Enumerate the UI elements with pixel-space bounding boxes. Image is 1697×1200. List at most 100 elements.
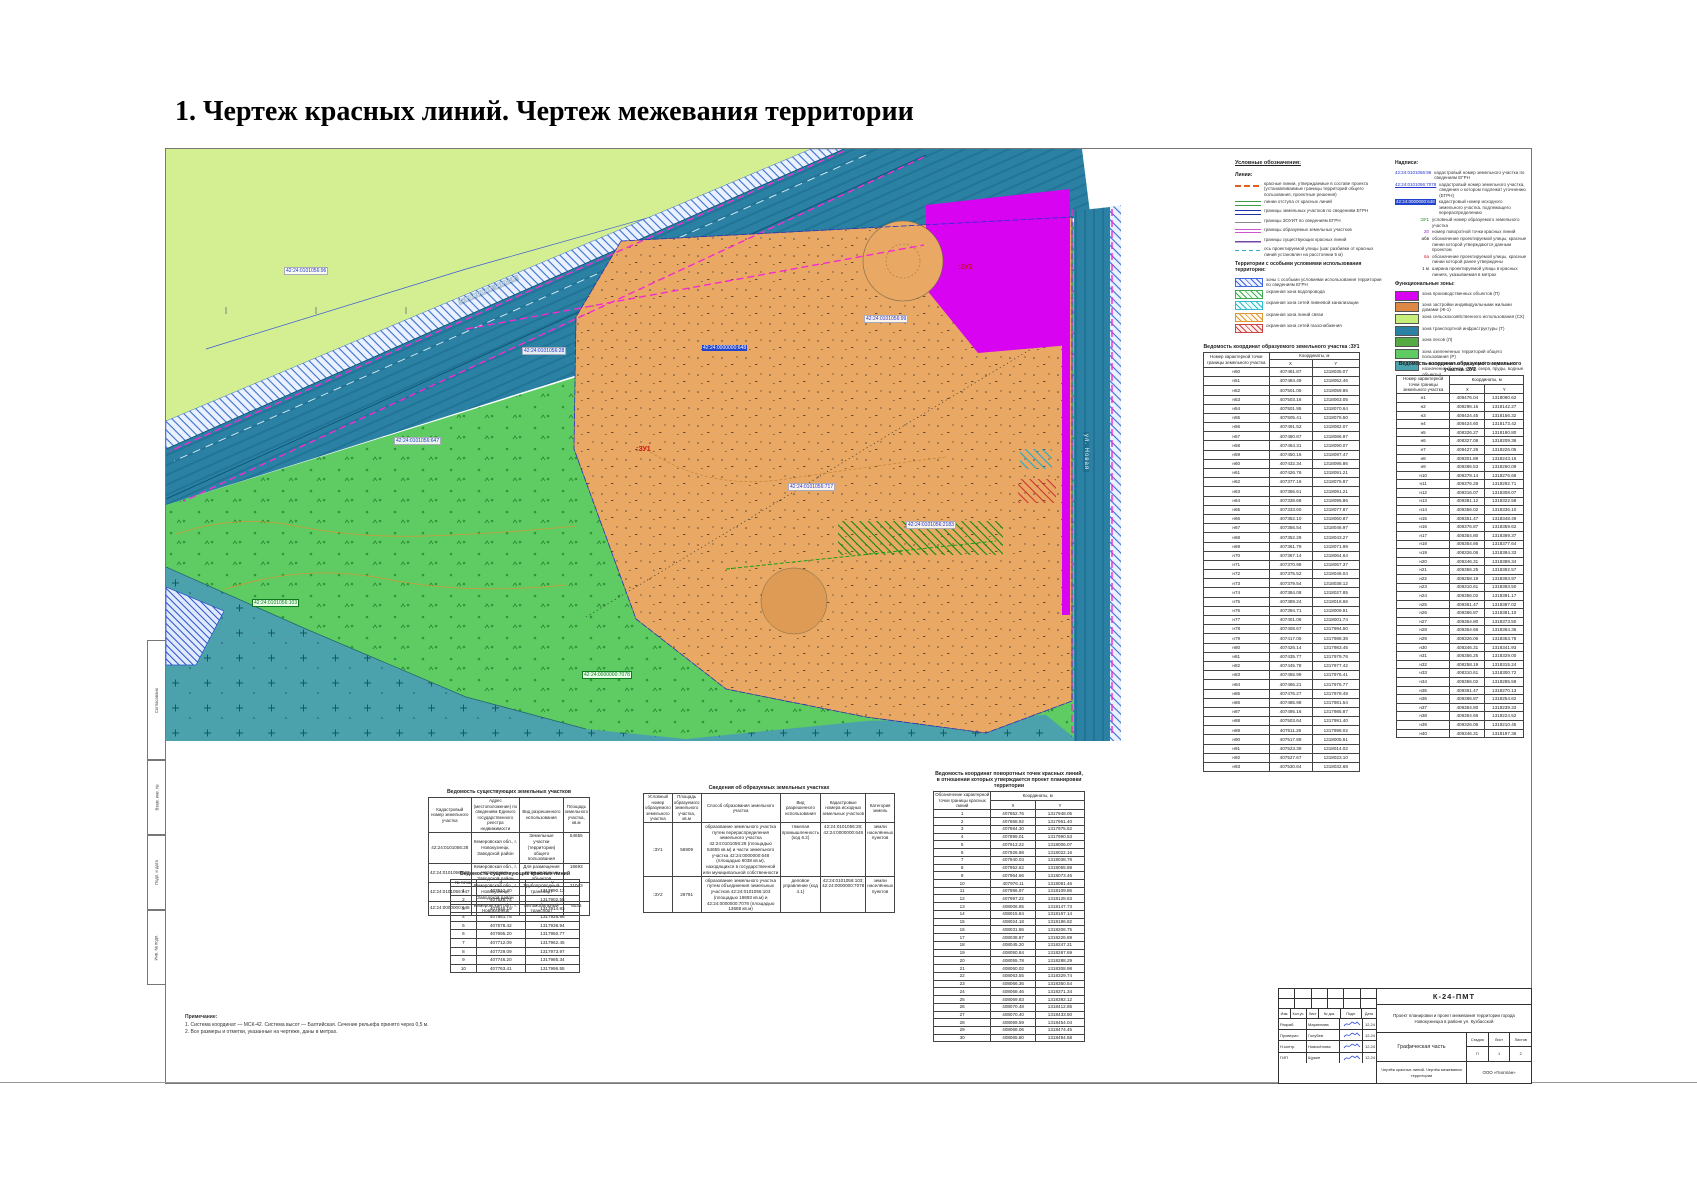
- table-title: Ведомость координат поворотных точек кра…: [933, 772, 1085, 790]
- table-cell: 2: [934, 818, 991, 826]
- person-role: Проверил: [1279, 1030, 1307, 1040]
- table-cell: 1318254.62: [1485, 695, 1524, 704]
- person-name: Маркелова: [1307, 1019, 1340, 1029]
- table-cell: 1318206.75: [1035, 926, 1084, 934]
- table-row: н5408326.271318190.80: [1397, 428, 1524, 437]
- table-cell: 1318006.07: [1035, 841, 1084, 849]
- person-name: Новосёлова: [1307, 1041, 1340, 1051]
- table-cell: 1318167.14: [1035, 910, 1084, 918]
- table-cell: н9: [1397, 463, 1450, 472]
- table-cell: 1318091.46: [1035, 880, 1084, 888]
- table-cell: 407976.11: [991, 880, 1036, 888]
- table-cell: н5: [1397, 428, 1450, 437]
- table-cell: н24: [1397, 592, 1450, 601]
- table-cell: 408060.02: [991, 965, 1036, 973]
- table-row: н74407384.081318027.85: [1204, 588, 1360, 597]
- table-cell: н85: [1204, 689, 1270, 698]
- text-sample: 20: [1395, 229, 1429, 234]
- table-cell: 408258.19: [1450, 660, 1485, 669]
- table-cell: 25: [934, 996, 991, 1004]
- table-cell: 407435.77: [1269, 652, 1312, 661]
- table-cell: 408070.48: [991, 1003, 1036, 1011]
- table-cell: 1318381.10: [1485, 609, 1524, 618]
- table-cell: 1318454.04: [1035, 1019, 1084, 1027]
- table-cell: 408427.26: [1450, 446, 1485, 455]
- table-row: н40408346.311318197.36: [1397, 729, 1524, 738]
- table-cell: 1317998.02: [1312, 726, 1359, 735]
- table-cell: н73: [1204, 579, 1270, 588]
- table-cell: н79: [1204, 634, 1270, 643]
- line-sample: [1235, 209, 1261, 216]
- table-cell: 1318393.97: [1485, 574, 1524, 583]
- stage-value: П: [1467, 1047, 1489, 1061]
- table-cell: 1318373.50: [1485, 617, 1524, 626]
- table-cell: н26: [1397, 609, 1450, 618]
- table-row: н83407455.991317976.41: [1204, 671, 1360, 680]
- table-row: н56407491.521318082.07: [1204, 423, 1360, 432]
- table-row: 10407763.411317996.55: [451, 964, 580, 973]
- table-cell: н30: [1397, 643, 1450, 652]
- table-row: н9408366.531318260.09: [1397, 463, 1524, 472]
- table-cell: 407746.20: [476, 956, 525, 965]
- table-cell: 407501.05: [1269, 386, 1312, 395]
- table-cell: н35: [1397, 686, 1450, 695]
- person-date: 12.24: [1363, 1053, 1376, 1063]
- table-cell: 22: [934, 972, 991, 980]
- table-cell: 1318308.98: [1035, 965, 1084, 973]
- legend-label-item: 6а обозначение проектируемой улицы, крас…: [1395, 254, 1527, 265]
- col-x: X: [1269, 360, 1312, 368]
- table-cell: н68: [1204, 533, 1270, 542]
- table-row: 5407913.221318006.07: [934, 841, 1085, 849]
- table-cell: 1318300.72: [1485, 669, 1524, 678]
- margin-box: Согласовано: [147, 640, 166, 760]
- table-cell: 408381.12: [1450, 497, 1485, 506]
- table-row: н88407503.641317991.40: [1204, 717, 1360, 726]
- col-y: Y: [1312, 360, 1359, 368]
- table-cell: 408376.28: [1450, 480, 1485, 489]
- legend-item-label: обозначение проектируемой улицы, красные…: [1432, 254, 1527, 265]
- utility-cyan-hatch: [1020, 449, 1052, 469]
- legend-item-label: линии отступа от красных линий: [1264, 199, 1387, 204]
- table-cell: н51: [1204, 377, 1270, 386]
- table-cell: н52: [1204, 386, 1270, 395]
- table-row: 8407729.091317973.97: [451, 947, 580, 956]
- table-cell: 1317983.45: [1312, 643, 1359, 652]
- table-cell: 1318315.24: [1485, 660, 1524, 669]
- table-cell: 8: [934, 864, 991, 872]
- table-row: 17408038.871318226.89: [934, 934, 1085, 942]
- utility-red-hatch: [1018, 479, 1056, 503]
- table-row: 9407746.201317985.34: [451, 956, 580, 965]
- table-cell: 26: [934, 1003, 991, 1011]
- table-row: 8407952.621318055.89: [934, 864, 1085, 872]
- table-row: н12408316.071318308.07: [1397, 488, 1524, 497]
- table-cell: н59: [1204, 450, 1270, 459]
- table-row: н81407435.771317979.78: [1204, 652, 1360, 661]
- table-row: н1408476.041318090.62: [1397, 394, 1524, 403]
- table-row: 1407852.761317948.05: [934, 810, 1085, 818]
- table-cell: 1318209.36: [1485, 437, 1524, 446]
- table-row: 21408060.021318308.98: [934, 965, 1085, 973]
- table-cell: 407527.67: [1269, 753, 1312, 762]
- legend-label-item: 42:24:0000000:648 кадастровый номер исхо…: [1395, 199, 1527, 215]
- table-cell: н88: [1204, 717, 1270, 726]
- table-cell: 407926.88: [991, 849, 1036, 857]
- table-cell: земли населённых пунктов: [866, 877, 895, 913]
- table-cell: 407455.99: [1269, 671, 1312, 680]
- legend-territories-label: Территории с особыми условиями использов…: [1235, 261, 1387, 273]
- table-row: н80407426.141317983.45: [1204, 643, 1360, 652]
- table-cell: 1317926.96: [525, 913, 579, 922]
- table-cell: 408424.60: [1450, 420, 1485, 429]
- table-cell: 9: [934, 872, 991, 880]
- margin-box: Инв. № подл.: [147, 910, 166, 985]
- table-cell: 7: [451, 939, 477, 948]
- legend-zone-item: зона лесов (Л): [1395, 337, 1527, 347]
- table-row: 3407884.301317975.62: [934, 825, 1085, 833]
- table-cell: 28: [934, 1019, 991, 1027]
- legend-label-item: абв обозначение проектируемой улицы, кра…: [1395, 236, 1527, 252]
- table-row: н31408356.251318329.00: [1397, 652, 1524, 661]
- table-cell: 1318377.64: [1485, 540, 1524, 549]
- table-row: 26408070.481318412.85: [934, 1003, 1085, 1011]
- legend-line-item: границы земельных участков по сведениям …: [1235, 208, 1387, 216]
- table-cell: 12: [934, 895, 991, 903]
- table-cell: 1318032.68: [1312, 763, 1359, 772]
